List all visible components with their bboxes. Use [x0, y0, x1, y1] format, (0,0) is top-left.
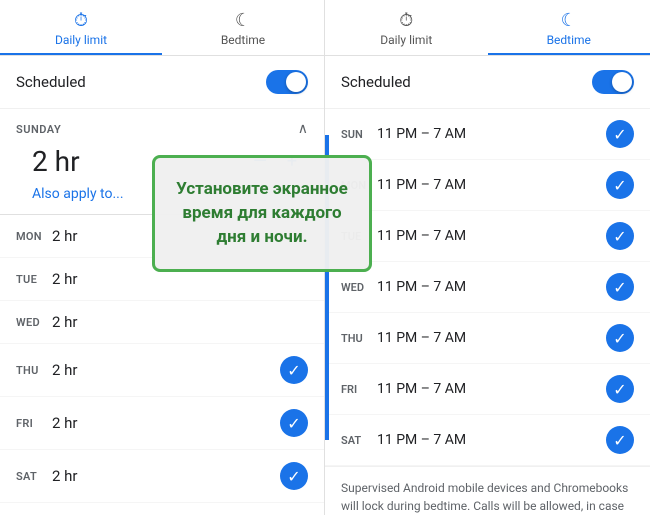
table-row: SUN 11 PM – 7 AM ✓: [325, 109, 650, 160]
check-circle-mon-right[interactable]: ✓: [606, 171, 634, 199]
check-circle-wed-right[interactable]: ✓: [606, 273, 634, 301]
bedtime-time-tue: 11 PM – 7 AM: [377, 228, 606, 244]
day-abbr-sat: SAT: [16, 470, 52, 483]
table-row: WED 2 hr: [0, 301, 324, 344]
overlay-tooltip: Установите экранное время для каждого дн…: [152, 155, 372, 272]
day-time-tue: 2 hr: [52, 270, 308, 288]
scheduled-row-right: Scheduled: [325, 56, 650, 109]
day-time-thu: 2 hr: [52, 361, 280, 379]
day-abbr-thu: THU: [16, 364, 52, 377]
timer-icon-right: ⏱: [399, 10, 413, 31]
table-row: TUE 11 PM – 7 AM ✓: [325, 211, 650, 262]
bedtime-time-sat: 11 PM – 7 AM: [377, 432, 606, 448]
check-circle-fri[interactable]: ✓: [280, 409, 308, 437]
tab-bedtime-label-right: Bedtime: [547, 33, 591, 47]
table-row: SAT 2 hr ✓: [0, 450, 324, 503]
scheduled-label-right: Scheduled: [341, 73, 411, 91]
bedtime-days-list: SUN 11 PM – 7 AM ✓ MON 11 PM – 7 AM ✓ TU…: [325, 109, 650, 466]
tab-bedtime-left[interactable]: ☾ Bedtime: [162, 0, 324, 55]
day-abbr-fri: FRI: [16, 417, 52, 430]
bedtime-abbr-sun: SUN: [341, 128, 377, 141]
day-abbr-wed: WED: [16, 316, 52, 329]
check-circle-thu-right[interactable]: ✓: [606, 324, 634, 352]
right-panel-content: SUN 11 PM – 7 AM ✓ MON 11 PM – 7 AM ✓ TU…: [325, 109, 650, 515]
moon-icon-right: ☾: [561, 10, 577, 31]
bedtime-time-mon: 11 PM – 7 AM: [377, 177, 606, 193]
check-circle-thu[interactable]: ✓: [280, 356, 308, 384]
bedtime-abbr-thu: THU: [341, 332, 377, 345]
tab-daily-limit-left[interactable]: ⏱ Daily limit: [0, 0, 162, 55]
day-time-wed: 2 hr: [52, 313, 308, 331]
day-abbr-tue: TUE: [16, 273, 52, 286]
day-time-sat: 2 hr: [52, 467, 280, 485]
table-row: THU 2 hr ✓: [0, 344, 324, 397]
tab-daily-label-left: Daily limit: [55, 33, 107, 47]
check-circle-sat[interactable]: ✓: [280, 462, 308, 490]
sunday-label: SUNDAY: [16, 123, 61, 136]
overlay-text: Установите экранное время для каждого дн…: [176, 179, 348, 247]
table-row: MON 11 PM – 7 AM ✓: [325, 160, 650, 211]
left-tabs: ⏱ Daily limit ☾ Bedtime: [0, 0, 324, 56]
table-row: FRI 11 PM – 7 AM ✓: [325, 364, 650, 415]
chevron-up-icon[interactable]: ∧: [298, 121, 308, 137]
bedtime-time-fri: 11 PM – 7 AM: [377, 381, 606, 397]
day-time-fri: 2 hr: [52, 414, 280, 432]
bedtime-time-sun: 11 PM – 7 AM: [377, 126, 606, 142]
check-circle-sun-right[interactable]: ✓: [606, 120, 634, 148]
scheduled-toggle-left[interactable]: [266, 70, 308, 94]
bedtime-time-wed: 11 PM – 7 AM: [377, 279, 606, 295]
table-row: FRI 2 hr ✓: [0, 397, 324, 450]
check-circle-fri-right[interactable]: ✓: [606, 375, 634, 403]
right-panel: ⏱ Daily limit ☾ Bedtime Scheduled SUN 11…: [325, 0, 650, 515]
moon-icon-left: ☾: [235, 10, 251, 31]
tab-bedtime-label-left: Bedtime: [221, 33, 265, 47]
scheduled-label-left: Scheduled: [16, 73, 86, 91]
check-circle-sat-right[interactable]: ✓: [606, 426, 634, 454]
table-row: THU 11 PM – 7 AM ✓: [325, 313, 650, 364]
tab-bedtime-right[interactable]: ☾ Bedtime: [488, 0, 650, 55]
tab-daily-limit-right[interactable]: ⏱ Daily limit: [325, 0, 488, 55]
bedtime-abbr-sat: SAT: [341, 434, 377, 447]
bedtime-abbr-fri: FRI: [341, 383, 377, 396]
right-tabs: ⏱ Daily limit ☾ Bedtime: [325, 0, 650, 56]
check-circle-tue-right[interactable]: ✓: [606, 222, 634, 250]
sunday-header: SUNDAY ∧: [0, 109, 324, 141]
table-row: SAT 11 PM – 7 AM ✓: [325, 415, 650, 466]
scheduled-row-left: Scheduled: [0, 56, 324, 109]
bedtime-time-thu: 11 PM – 7 AM: [377, 330, 606, 346]
scheduled-toggle-right[interactable]: [592, 70, 634, 94]
table-row: WED 11 PM – 7 AM ✓: [325, 262, 650, 313]
timer-icon-left: ⏱: [74, 10, 88, 31]
footer-note: Supervised Android mobile devices and Ch…: [325, 466, 650, 515]
tab-daily-label-right: Daily limit: [380, 33, 432, 47]
day-abbr-mon: MON: [16, 230, 52, 243]
bedtime-abbr-wed: WED: [341, 281, 377, 294]
